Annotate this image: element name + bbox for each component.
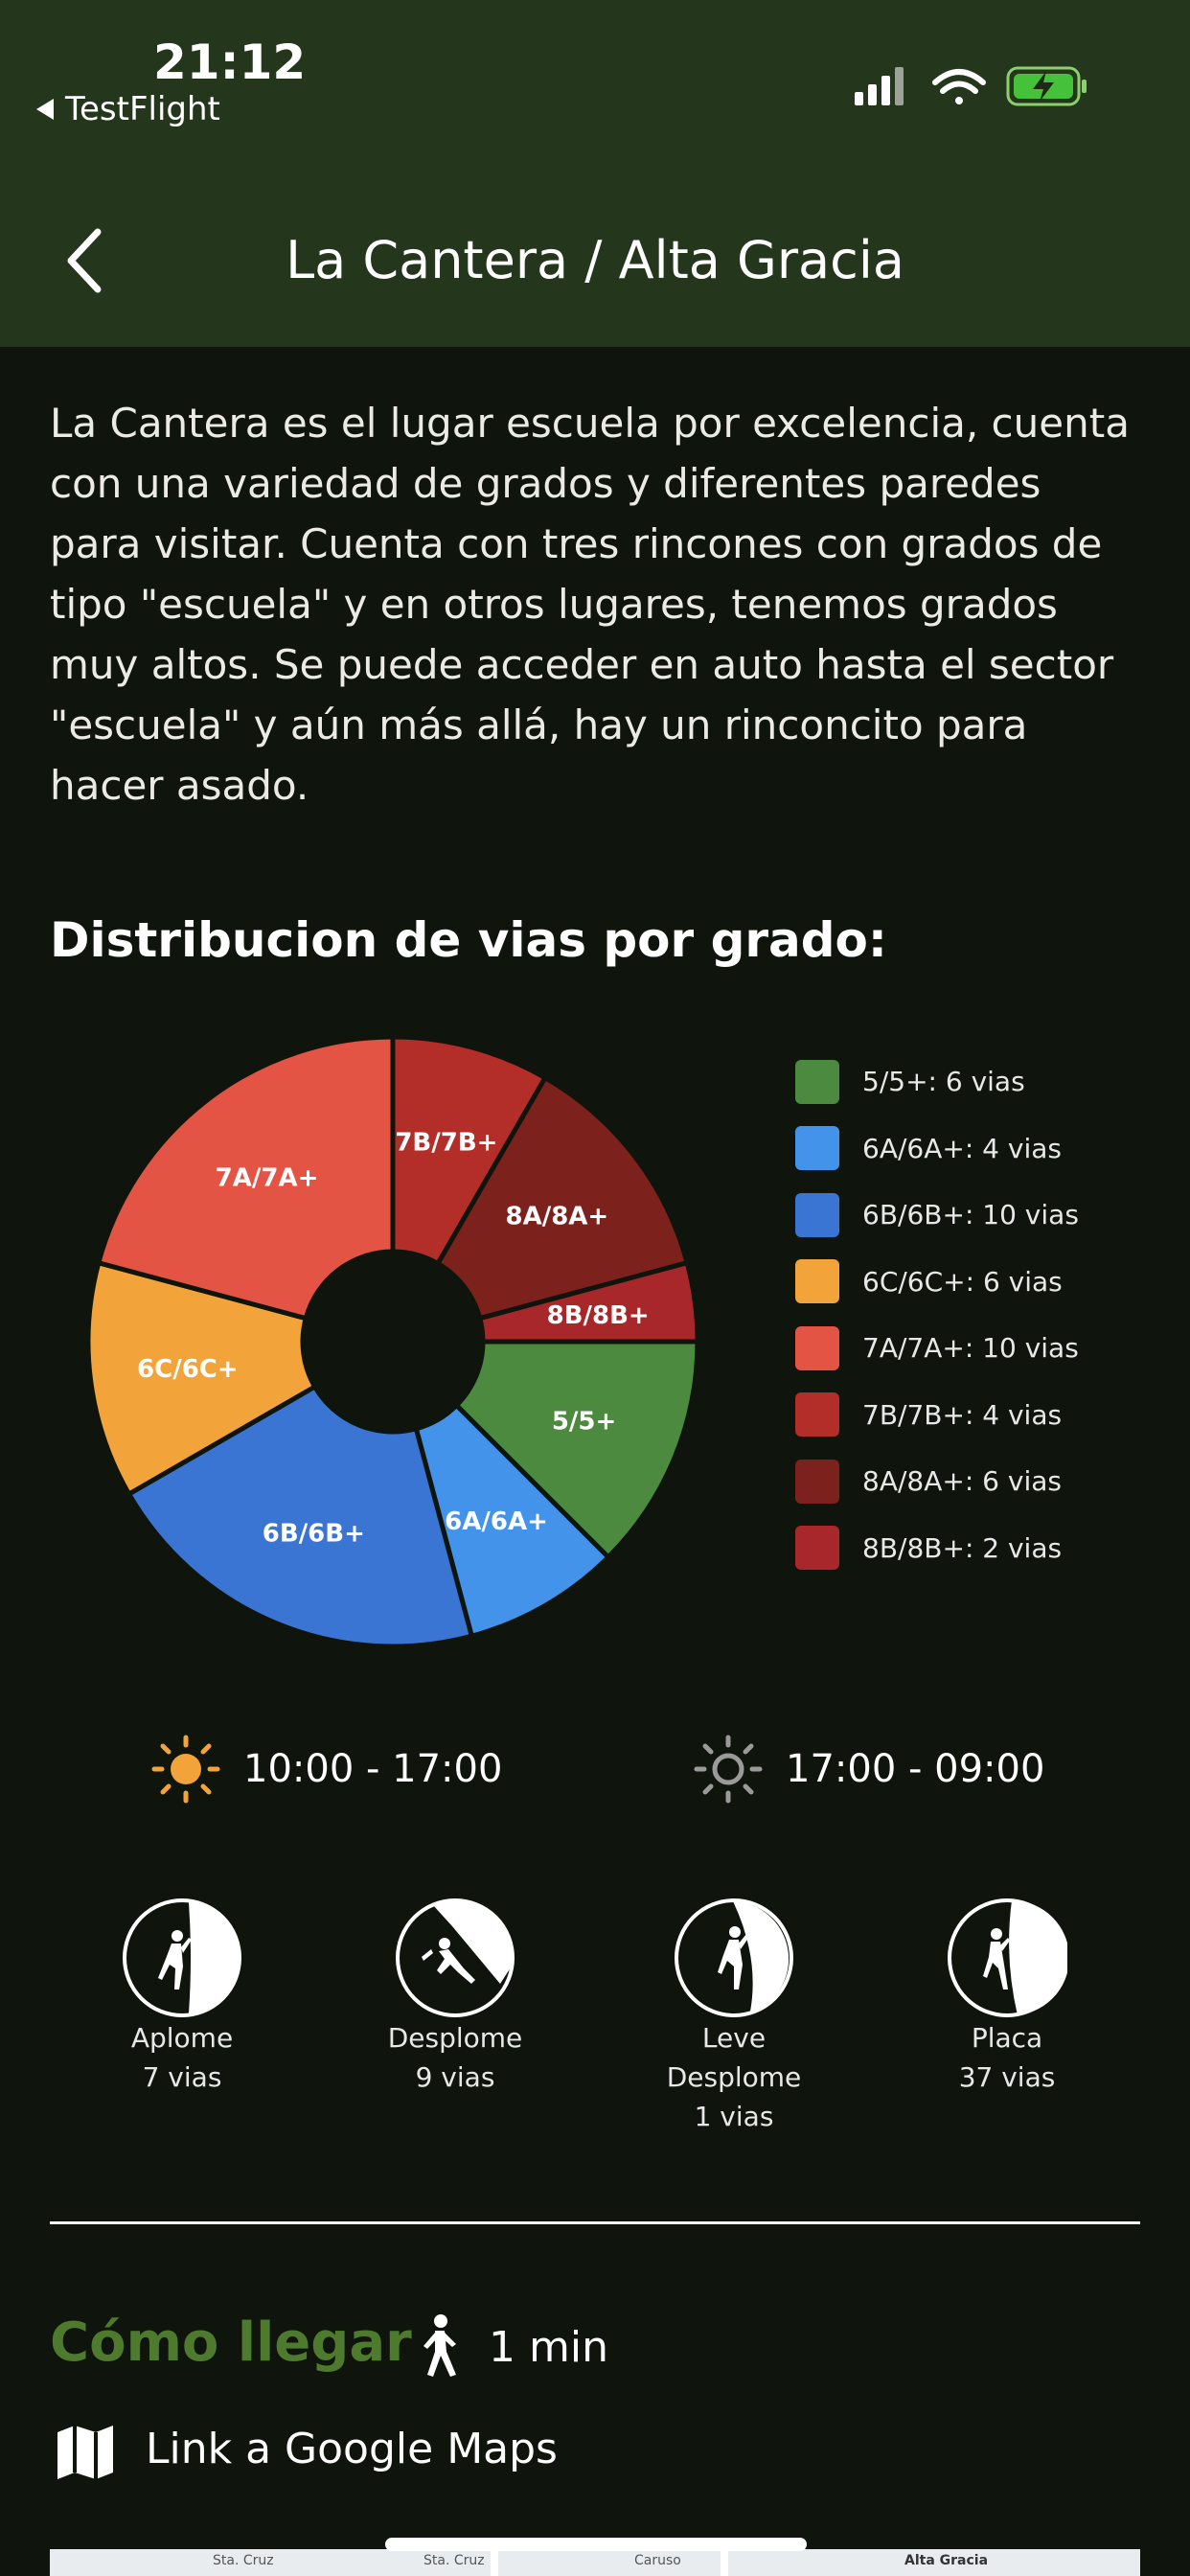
legend-swatch xyxy=(795,1459,839,1504)
shade-hours: 17:00 - 09:00 xyxy=(694,1733,1044,1806)
legend-label: 7B/7B+: 4 vias xyxy=(862,1398,1063,1431)
style-name: Desplome xyxy=(387,2022,523,2054)
legend-label: 5/5+: 6 vias xyxy=(862,1066,1025,1098)
back-triangle-icon xyxy=(36,99,54,120)
wifi-icon xyxy=(932,69,986,104)
back-app-label: TestFlight xyxy=(65,90,220,128)
legend-label: 6B/6B+: 10 vias xyxy=(862,1199,1079,1231)
legend-swatch xyxy=(795,1392,839,1438)
crag-description: La Cantera es el lugar escuela por excel… xyxy=(50,400,1130,809)
style-name: Leve Desplome xyxy=(666,2022,802,2093)
home-indicator xyxy=(385,2538,807,2551)
legend-swatch xyxy=(795,1259,839,1304)
climber-slight-overhang-icon xyxy=(675,1898,793,2017)
legend-item: 6C/6C+: 6 vias xyxy=(795,1249,1179,1316)
app-header: 21:12 TestFlight La Cantera / Alta Graci… xyxy=(0,0,1190,347)
slice-label: 6B/6B+ xyxy=(263,1520,365,1549)
legend-swatch xyxy=(795,1325,839,1370)
map-road xyxy=(491,2549,498,2576)
style-name: Placa xyxy=(971,2022,1043,2054)
map-preview[interactable]: Sta. Cruz Sta. Cruz Caruso Alta Gracia xyxy=(50,2549,1140,2576)
legend-label: 8A/8A+: 6 vias xyxy=(862,1465,1062,1498)
slice-label: 8A/8A+ xyxy=(506,1203,609,1231)
legend-label: 6C/6C+: 6 vias xyxy=(862,1265,1063,1298)
style-leve-desplome: Leve Desplome 1 vias xyxy=(629,1898,839,2136)
walk-time: 1 min xyxy=(489,2323,608,2372)
shade-sun-icon xyxy=(694,1735,763,1804)
chart-title: Distribucion de vias por grado: xyxy=(50,912,887,968)
climber-slab-icon xyxy=(948,1898,1067,2017)
map-icon[interactable] xyxy=(54,2423,117,2482)
style-aplome: Aplome 7 vias xyxy=(77,1898,287,2097)
legend-item: 8B/8B+: 2 vias xyxy=(795,1515,1179,1582)
wall-styles: Aplome 7 vias Desplome 9 vias Leve Despl… xyxy=(0,1898,1190,2147)
sun-icon xyxy=(151,1735,220,1804)
sun-hours: 10:00 - 17:00 xyxy=(151,1733,502,1806)
legend-item: 8A/8A+: 6 vias xyxy=(795,1448,1179,1515)
map-label: Caruso xyxy=(634,2553,681,2568)
style-count: 9 vias xyxy=(415,2061,495,2093)
slice-label: 5/5+ xyxy=(552,1408,616,1437)
slice-label: 6C/6C+ xyxy=(137,1355,239,1384)
style-count: 1 vias xyxy=(694,2101,774,2132)
map-label: Sta. Cruz xyxy=(423,2553,485,2568)
how-to-get-title: Cómo llegar xyxy=(50,2312,412,2374)
legend-item: 5/5+: 6 vias xyxy=(795,1048,1179,1116)
style-count: 37 vias xyxy=(958,2061,1056,2093)
legend-label: 7A/7A+: 10 vias xyxy=(862,1332,1079,1365)
map-label: Alta Gracia xyxy=(904,2553,989,2568)
climber-vertical-icon xyxy=(123,1898,241,2017)
donut-hole xyxy=(303,1252,483,1432)
section-divider xyxy=(50,2221,1140,2224)
legend-swatch xyxy=(795,1526,839,1571)
legend-item: 7A/7A+: 10 vias xyxy=(795,1315,1179,1382)
slice-label: 8B/8B+ xyxy=(547,1301,650,1330)
legend-swatch xyxy=(795,1059,839,1104)
cellular-signal-icon xyxy=(855,67,904,105)
back-to-testflight[interactable]: TestFlight xyxy=(36,90,220,128)
page-title: La Cantera / Alta Gracia xyxy=(286,230,904,290)
map-road xyxy=(721,2549,728,2576)
legend-item: 7B/7B+: 4 vias xyxy=(795,1382,1179,1449)
style-count: 7 vias xyxy=(142,2061,222,2093)
sun-hours-text: 10:00 - 17:00 xyxy=(243,1747,503,1791)
battery-charging-icon xyxy=(1006,66,1087,106)
status-time: 21:12 xyxy=(153,34,307,90)
style-placa: Placa 37 vias xyxy=(902,1898,1112,2097)
slice-label: 7A/7A+ xyxy=(216,1164,319,1193)
shade-hours-text: 17:00 - 09:00 xyxy=(786,1747,1045,1791)
walking-person-icon xyxy=(423,2314,456,2377)
chart-legend: 5/5+: 6 vias 6A/6A+: 4 vias 6B/6B+: 10 via… xyxy=(795,1048,1179,1581)
slice-label: 7B/7B+ xyxy=(395,1128,497,1157)
legend-swatch xyxy=(795,1192,839,1237)
map-label: Sta. Cruz xyxy=(213,2553,274,2568)
style-desplome: Desplome 9 vias xyxy=(350,1898,561,2097)
legend-item: 6A/6A+: 4 vias xyxy=(795,1116,1179,1183)
climber-overhang-icon xyxy=(396,1898,515,2017)
slice-label: 6A/6A+ xyxy=(445,1507,548,1536)
legend-swatch xyxy=(795,1126,839,1171)
status-icons xyxy=(855,66,1087,106)
legend-item: 6B/6B+: 10 vias xyxy=(795,1182,1179,1249)
google-maps-link[interactable]: Link a Google Maps xyxy=(146,2425,558,2473)
grade-distribution-chart: 5/5+ 6A/6A+ 6B/6B+ 6C/6C+ 7A/7A+ 7B/7B+ 8A/8A+… xyxy=(86,1035,699,1648)
legend-label: 6A/6A+: 4 vias xyxy=(862,1132,1062,1164)
style-name: Aplome xyxy=(130,2022,234,2054)
legend-label: 8B/8B+: 2 vias xyxy=(862,1531,1063,1564)
